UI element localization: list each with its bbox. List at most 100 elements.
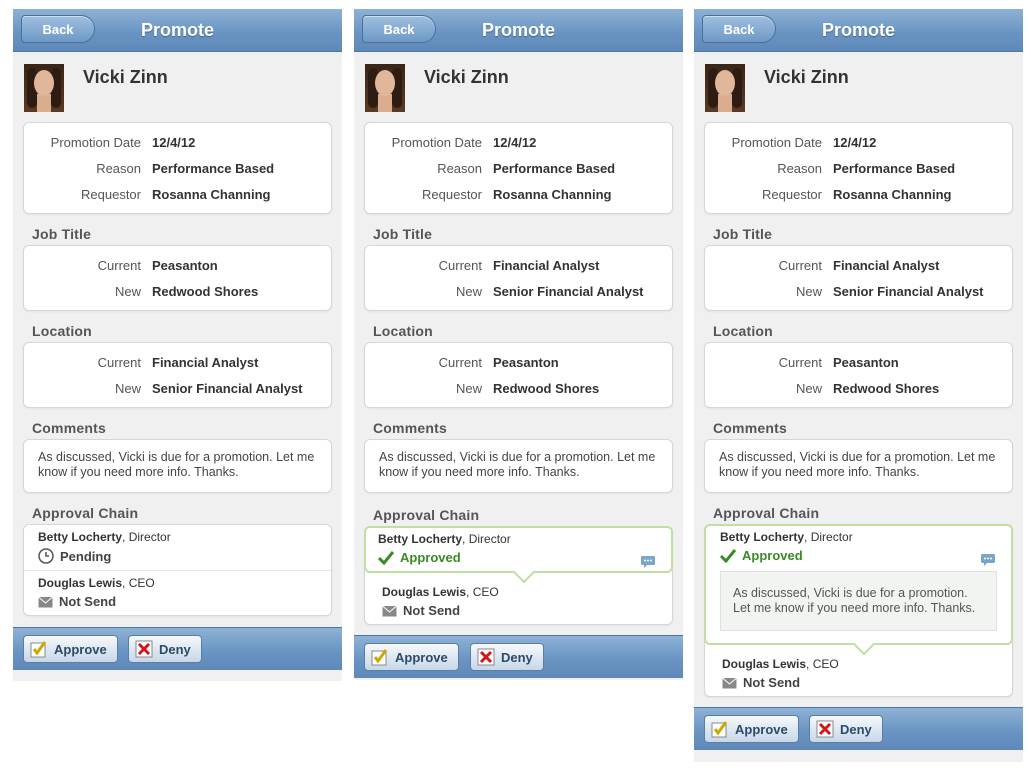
- employee-header: Vicki Zinn: [694, 52, 1023, 112]
- header-bar: Back Promote: [354, 9, 683, 52]
- screen-pending: Back Promote Vicki Zinn Promotion Date 12…: [13, 9, 342, 681]
- approver-role: , Director: [122, 530, 171, 544]
- approve-button[interactable]: Approve: [704, 715, 799, 743]
- footer-bar: Approve Deny: [13, 627, 342, 670]
- current-label: Current: [438, 258, 482, 273]
- page-title: Promote: [481, 20, 555, 40]
- current-label: Current: [778, 355, 822, 370]
- approval-chain-heading: Approval Chain: [373, 507, 480, 523]
- location-current-value: Peasanton: [493, 355, 559, 370]
- approver-highlight: Betty Locherty, Director Approved As dis…: [704, 524, 1013, 656]
- check-icon: [30, 641, 47, 658]
- comment-text: As discussed, Vicki is due for a promoti…: [38, 450, 315, 479]
- status-text: Approved: [400, 550, 461, 565]
- x-icon: [135, 640, 153, 658]
- reason-label: Reason: [777, 161, 822, 176]
- location-heading: Location: [373, 323, 433, 339]
- x-icon: [477, 648, 495, 666]
- approver-name: Betty Locherty: [720, 530, 805, 544]
- approver-item[interactable]: Betty Locherty, Director Approved As dis…: [706, 526, 1011, 643]
- check-icon: [711, 721, 728, 738]
- job-new-value: Senior Financial Analyst: [493, 284, 644, 299]
- requestor-label: Requestor: [762, 187, 822, 202]
- promotion-date-label: Promotion Date: [731, 135, 822, 150]
- approver-role: , CEO: [122, 576, 155, 590]
- approver-highlight: Betty Locherty, Director Approved: [364, 526, 673, 584]
- summary-card: Promotion Date 12/4/12 Reason Performance …: [704, 122, 1013, 214]
- avatar: [705, 64, 745, 112]
- comment-text: As discussed, Vicki is due for a promoti…: [379, 450, 656, 479]
- approval-chain-card: Betty Locherty, Director Pending Douglas…: [23, 524, 332, 616]
- approver-item[interactable]: Douglas Lewis, CEO Not Send: [365, 573, 672, 624]
- deny-button[interactable]: Deny: [128, 635, 202, 663]
- approver-item[interactable]: Betty Locherty, Director Pending: [24, 525, 331, 570]
- approver-name: Douglas Lewis: [38, 576, 123, 590]
- job-title-card: Current Financial Analyst New Senior Finan…: [704, 245, 1013, 311]
- new-label: New: [114, 284, 141, 299]
- promotion-date-label: Promotion Date: [391, 135, 482, 150]
- approve-button[interactable]: Approve: [23, 635, 118, 663]
- new-label: New: [455, 284, 482, 299]
- header-bar: Back Promote: [13, 9, 342, 52]
- approver-role: , CEO: [466, 585, 499, 599]
- reason-label: Reason: [96, 161, 141, 176]
- summary-card: Promotion Date 12/4/12 Reason Performance …: [23, 122, 332, 214]
- job-title-card: Current Peasanton New Redwood Shores: [23, 245, 332, 311]
- approval-chain-heading: Approval Chain: [713, 505, 820, 521]
- approval-chain-heading: Approval Chain: [32, 505, 139, 521]
- location-card: Current Peasanton New Redwood Shores: [704, 342, 1013, 408]
- check-icon: [371, 649, 388, 666]
- new-label: New: [114, 381, 141, 396]
- approval-chain-card: Betty Locherty, Director Approved As dis…: [704, 524, 1013, 697]
- approver-comment: As discussed, Vicki is due for a promoti…: [720, 571, 997, 631]
- location-card: Current Peasanton New Redwood Shores: [364, 342, 673, 408]
- job-title-heading: Job Title: [32, 226, 92, 242]
- comments-heading: Comments: [713, 420, 787, 436]
- location-heading: Location: [713, 323, 773, 339]
- comment-bubble-icon[interactable]: [641, 556, 655, 568]
- status-text: Not Send: [59, 594, 117, 609]
- approver-name: Betty Locherty: [378, 532, 463, 546]
- requestor-value: Rosanna Channing: [833, 187, 952, 202]
- requestor-label: Requestor: [81, 187, 141, 202]
- avatar: [365, 64, 405, 112]
- job-current-value: Financial Analyst: [833, 258, 940, 273]
- comments-card: As discussed, Vicki is due for a promoti…: [704, 439, 1013, 493]
- current-label: Current: [97, 258, 141, 273]
- approver-item[interactable]: Douglas Lewis, CEO Not Send: [705, 645, 1012, 696]
- current-label: Current: [438, 355, 482, 370]
- job-title-heading: Job Title: [373, 226, 433, 242]
- approver-role: , Director: [462, 532, 511, 546]
- job-new-value: Redwood Shores: [152, 284, 259, 299]
- page-title: Promote: [140, 20, 214, 40]
- comments-heading: Comments: [373, 420, 447, 436]
- location-card: Current Financial Analyst New Senior Finan…: [23, 342, 332, 408]
- page-title: Promote: [821, 20, 895, 40]
- comment-bubble-icon[interactable]: [981, 554, 995, 566]
- location-current-value: Peasanton: [833, 355, 899, 370]
- header-bar: Back Promote: [694, 9, 1023, 52]
- clock-icon: [38, 548, 54, 564]
- screen-approved: Back Promote Vicki Zinn Promotion Date 12…: [354, 9, 683, 680]
- reason-value: Performance Based: [493, 161, 616, 176]
- current-label: Current: [778, 258, 822, 273]
- approver-item[interactable]: Douglas Lewis, CEO Not Send: [24, 571, 331, 615]
- location-new-value: Redwood Shores: [833, 381, 940, 396]
- deny-button[interactable]: Deny: [809, 715, 883, 743]
- checkmark-icon: [378, 550, 394, 565]
- current-label: Current: [97, 355, 141, 370]
- deny-button[interactable]: Deny: [470, 643, 544, 671]
- checkmark-icon: [720, 548, 736, 563]
- new-label: New: [455, 381, 482, 396]
- approval-chain-card: Betty Locherty, Director Approved Dougla…: [364, 526, 673, 625]
- approve-button[interactable]: Approve: [364, 643, 459, 671]
- comments-heading: Comments: [32, 420, 106, 436]
- screen-approved-expanded: Back Promote Vicki Zinn Promotion Date 12…: [694, 9, 1023, 762]
- job-current-value: Financial Analyst: [493, 258, 600, 273]
- location-new-value: Redwood Shores: [493, 381, 600, 396]
- status-text: Not Send: [403, 603, 461, 618]
- reason-value: Performance Based: [833, 161, 956, 176]
- requestor-label: Requestor: [422, 187, 482, 202]
- employee-name: Vicki Zinn: [83, 67, 168, 87]
- employee-header: Vicki Zinn: [13, 52, 342, 112]
